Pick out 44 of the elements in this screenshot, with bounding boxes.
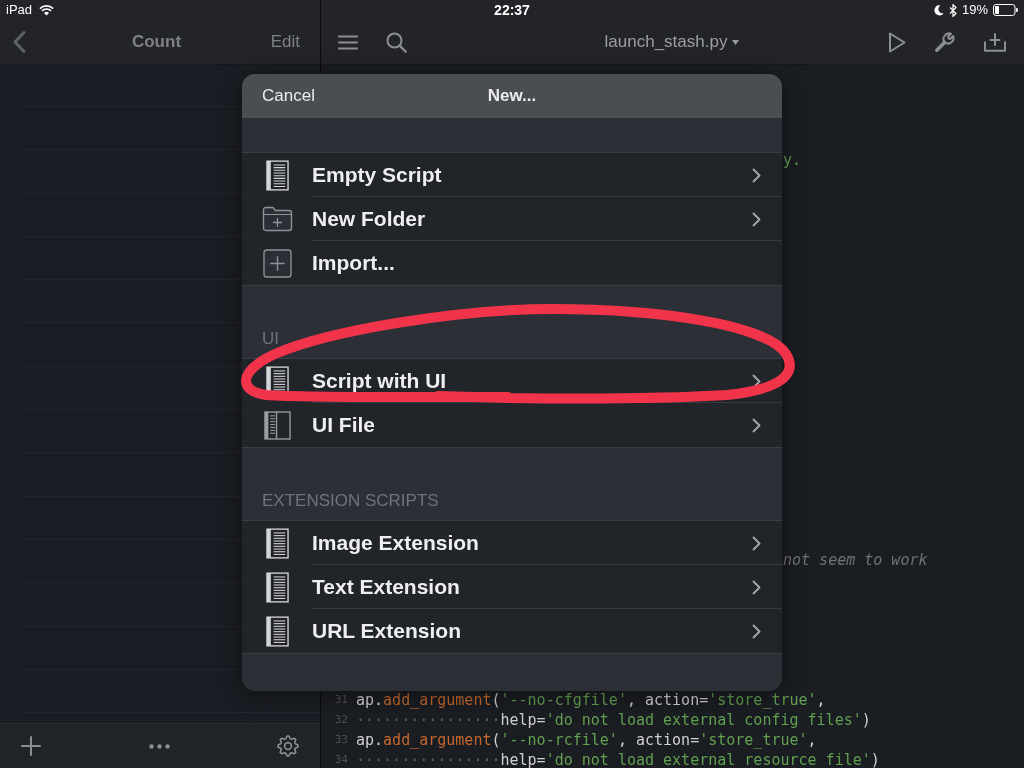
more-icon[interactable] (148, 743, 170, 749)
plus-square-icon (262, 248, 292, 278)
caret-icon (732, 39, 740, 45)
back-icon[interactable] (13, 31, 26, 53)
menu-item[interactable]: Text Extension (242, 565, 782, 609)
battery-percentage: 19% (961, 2, 988, 18)
menu-item[interactable]: URL Extension (242, 609, 782, 653)
document-icon (265, 571, 289, 603)
code-line: not seem to work (783, 551, 928, 569)
section-header: EXTENSION SCRIPTS (262, 491, 439, 511)
dialog-title: New... (487, 86, 537, 106)
moon-icon (933, 4, 944, 16)
document-icon (265, 615, 289, 647)
cancel-button[interactable]: Cancel (262, 86, 315, 106)
code-line: ap.add_argument('--no-rcfile', action='store_true', (356, 731, 818, 749)
menu-item[interactable]: Import... (242, 241, 782, 285)
menu-item[interactable]: UI File (242, 403, 782, 447)
plus-icon[interactable] (21, 736, 41, 756)
search-icon[interactable] (386, 31, 407, 53)
menu-icon[interactable] (338, 34, 358, 50)
battery-icon (993, 4, 1018, 16)
bluetooth-icon (948, 3, 957, 17)
edit-button[interactable]: Edit (270, 32, 300, 52)
code-line: ················help='do not load external resource file') (356, 751, 880, 768)
menu-item[interactable]: New Folder (242, 197, 782, 241)
tray-plus-icon[interactable] (984, 32, 1006, 52)
code-line: ················help='do not load external config files') (356, 711, 872, 729)
document-icon (265, 159, 289, 191)
folder-plus-icon (261, 206, 293, 232)
wifi-icon (39, 4, 55, 16)
sidebar-title: Count (131, 32, 182, 52)
play-icon[interactable] (888, 31, 906, 53)
clock-time: 22:37 (494, 2, 530, 18)
section-header: UI (262, 329, 279, 349)
menu-item[interactable]: Image Extension (242, 521, 782, 565)
code-line: ap.add_argument('--no-cfgfile', action='store_true', (356, 691, 827, 709)
wrench-icon[interactable] (934, 31, 956, 53)
settings-icon[interactable] (277, 735, 299, 757)
device-name: iPad (6, 2, 33, 18)
split-document-icon (263, 410, 291, 440)
code-line: y. (783, 151, 802, 169)
document-icon (265, 527, 289, 559)
file-title-button[interactable]: launch_stash.py (604, 32, 740, 52)
menu-item[interactable]: Empty Script (242, 153, 782, 197)
